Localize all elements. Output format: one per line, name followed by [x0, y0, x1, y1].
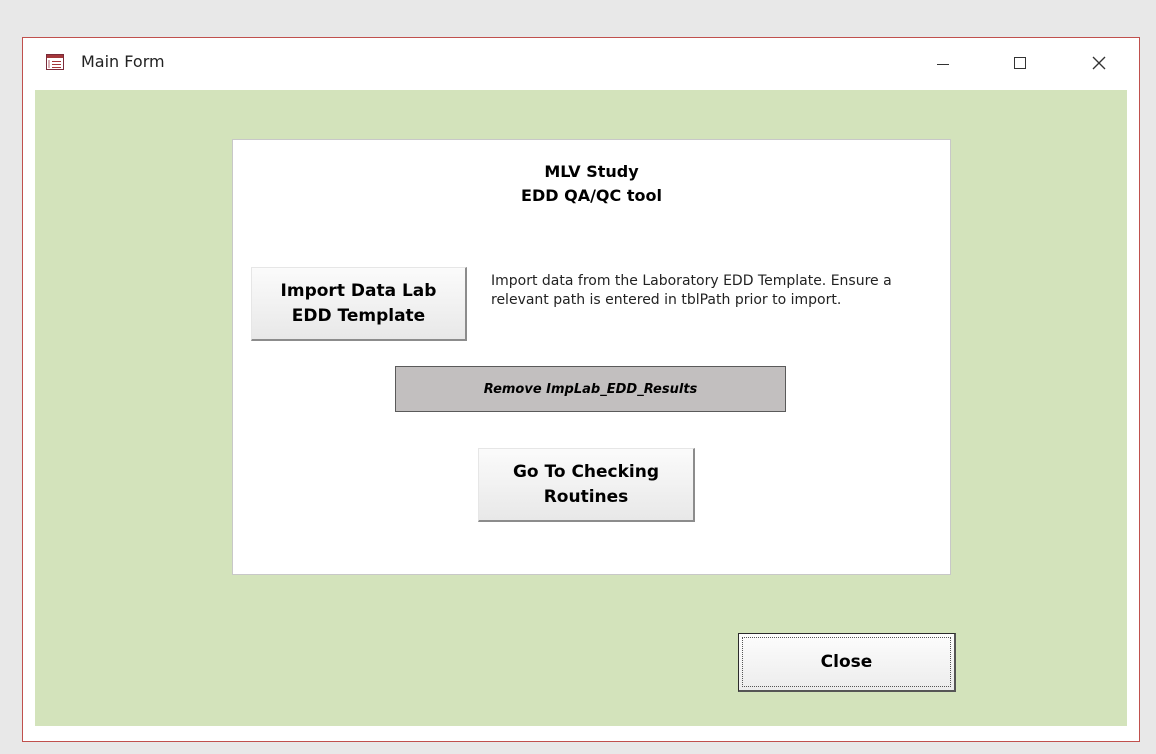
maximize-icon — [1014, 57, 1026, 69]
main-form-window: Main Form MLV Study EDD QA/QC tool Impor… — [22, 37, 1140, 742]
maximize-button[interactable] — [990, 38, 1050, 90]
import-button-label-line1: Import Data Lab — [280, 280, 437, 301]
close-window-button[interactable] — [1069, 38, 1129, 90]
minimize-icon — [937, 64, 949, 65]
title-bar[interactable]: Main Form — [23, 38, 1139, 90]
remove-implab-edd-results-button[interactable]: Remove ImpLab_EDD_Results — [395, 366, 786, 412]
import-description: Import data from the Laboratory EDD Temp… — [491, 273, 892, 308]
form-body: MLV Study EDD QA/QC tool Import Data Lab… — [35, 90, 1127, 726]
main-panel: MLV Study EDD QA/QC tool Import Data Lab… — [232, 139, 951, 575]
go-to-checking-routines-button[interactable]: Go To Checking Routines — [478, 448, 695, 522]
goto-button-label-line1: Go To Checking — [512, 461, 660, 482]
minimize-button[interactable] — [913, 38, 973, 90]
window-title: Main Form — [81, 52, 165, 71]
goto-button-label-line2: Routines — [543, 486, 629, 507]
panel-title-line2: EDD QA/QC tool — [521, 186, 662, 205]
close-button[interactable]: Close — [738, 633, 956, 692]
import-data-lab-edd-template-button[interactable]: Import Data Lab EDD Template — [251, 267, 467, 341]
close-icon — [1092, 56, 1106, 70]
panel-title: MLV Study EDD QA/QC tool — [233, 160, 950, 208]
import-button-label-line2: EDD Template — [291, 305, 426, 326]
access-form-icon — [46, 54, 64, 70]
panel-title-line1: MLV Study — [544, 162, 639, 181]
